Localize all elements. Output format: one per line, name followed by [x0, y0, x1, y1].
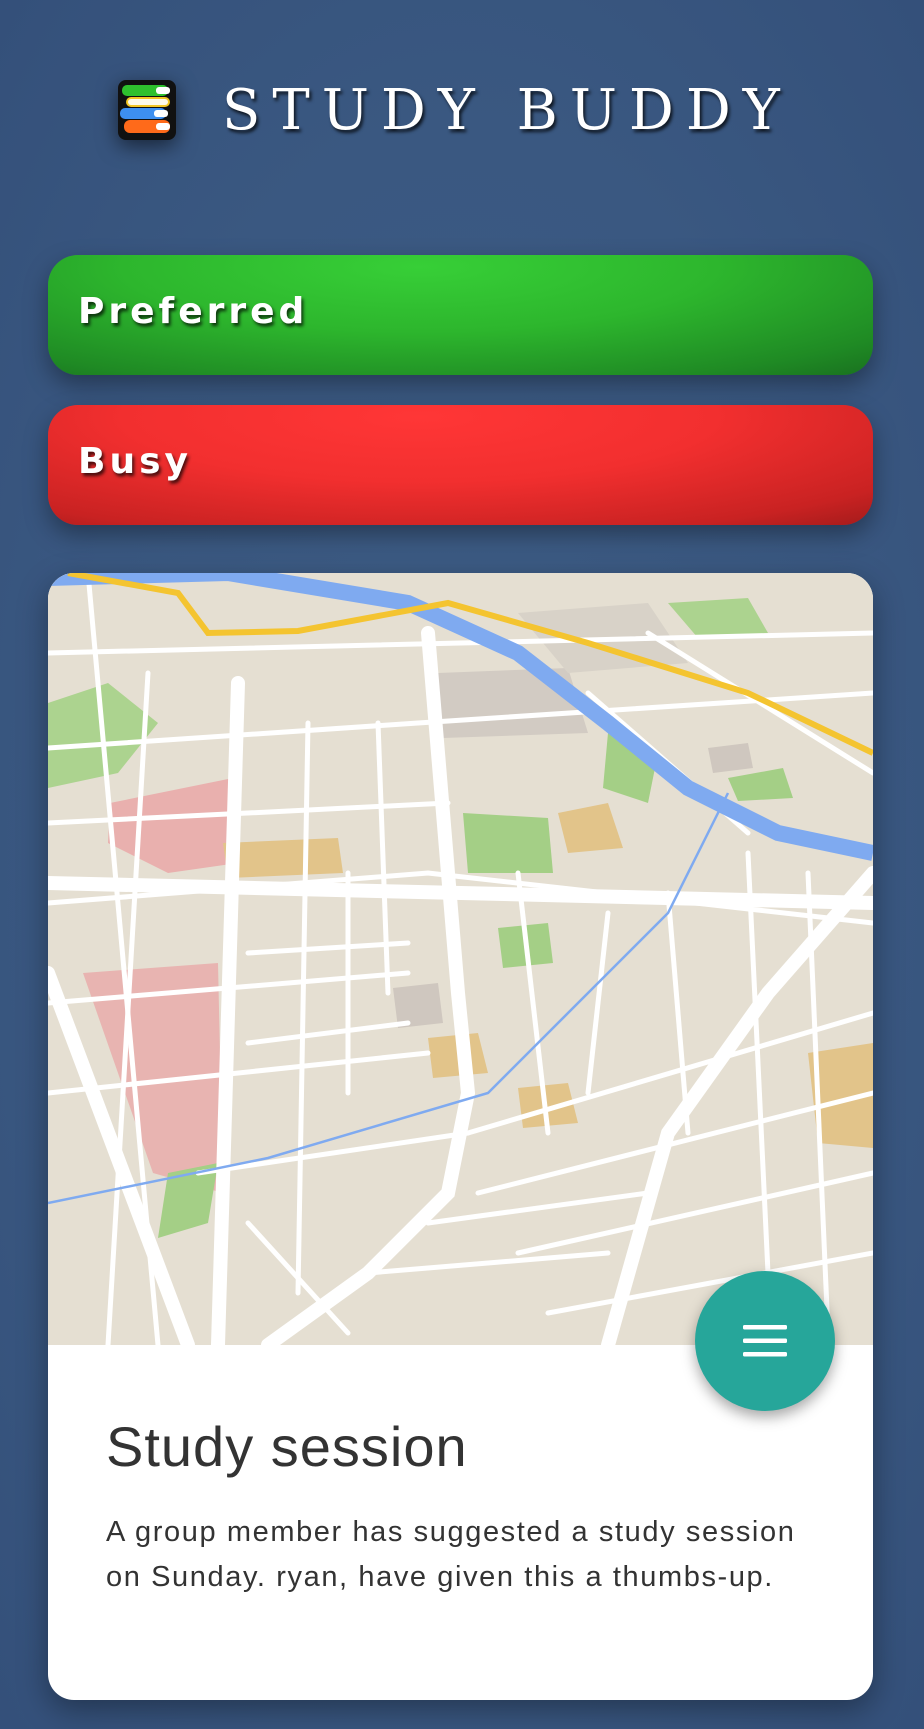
- preferred-button[interactable]: Preferred: [48, 255, 873, 375]
- app-header: STUDY BUDDY: [116, 77, 792, 143]
- card-title: Study session: [106, 1415, 468, 1478]
- card-description: A group member has suggested a study ses…: [106, 1516, 796, 1594]
- app-title: STUDY BUDDY: [222, 77, 792, 143]
- busy-button[interactable]: Busy: [48, 405, 873, 525]
- menu-icon: [743, 1325, 787, 1357]
- study-session-card: Study session A group member has suggest…: [48, 573, 873, 1700]
- city-map-image: [48, 573, 873, 1345]
- books-stack-icon: [116, 78, 178, 142]
- menu-fab-button[interactable]: [695, 1271, 835, 1411]
